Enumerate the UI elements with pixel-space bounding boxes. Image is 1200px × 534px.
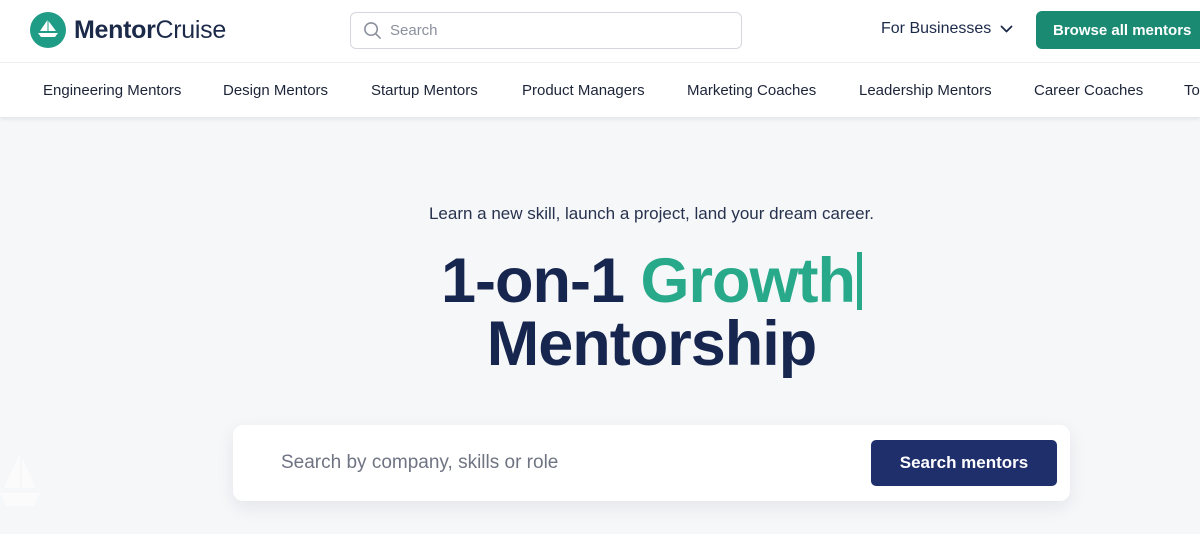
category-engineering-mentors[interactable]: Engineering Mentors [43,82,181,99]
category-leadership-mentors[interactable]: Leadership Mentors [859,82,992,99]
search-icon [364,22,381,39]
for-businesses-dropdown[interactable]: For Businesses [881,20,1013,38]
headline-prefix: 1-on-1 [441,246,641,316]
category-marketing-coaches[interactable]: Marketing Coaches [687,82,816,99]
boat-logo-icon [30,12,66,48]
logo-text: MentorCruise [74,15,226,44]
browse-all-mentors-button[interactable]: Browse all mentors [1036,11,1200,49]
category-nav: Engineering Mentors Design Mentors Start… [0,63,1200,118]
headline-highlight-word: Growth [640,246,856,316]
headline-line-2: Mentorship [486,309,818,379]
header-search-input[interactable] [390,22,710,39]
hero-headline: 1-on-1 Growth Mentorship [0,250,1200,376]
category-design-mentors[interactable]: Design Mentors [223,82,328,99]
chevron-down-icon [1000,25,1013,33]
top-header: MentorCruise For Businesses Browse all m… [0,0,1200,63]
category-product-managers[interactable]: Product Managers [522,82,645,99]
mentorcruise-logo[interactable]: MentorCruise [30,12,226,48]
hero-search-box: Search mentors [233,425,1070,501]
hero-search-input[interactable] [281,448,841,478]
header-search[interactable] [350,12,742,49]
search-mentors-button[interactable]: Search mentors [871,440,1057,486]
background-boat-decoration [0,453,40,506]
category-truncated[interactable]: To [1184,82,1200,99]
hero-tagline: Learn a new skill, launch a project, lan… [428,204,875,223]
typing-caret [857,252,862,310]
for-businesses-label: For Businesses [881,20,992,37]
category-career-coaches[interactable]: Career Coaches [1034,82,1143,99]
category-startup-mentors[interactable]: Startup Mentors [371,82,478,99]
